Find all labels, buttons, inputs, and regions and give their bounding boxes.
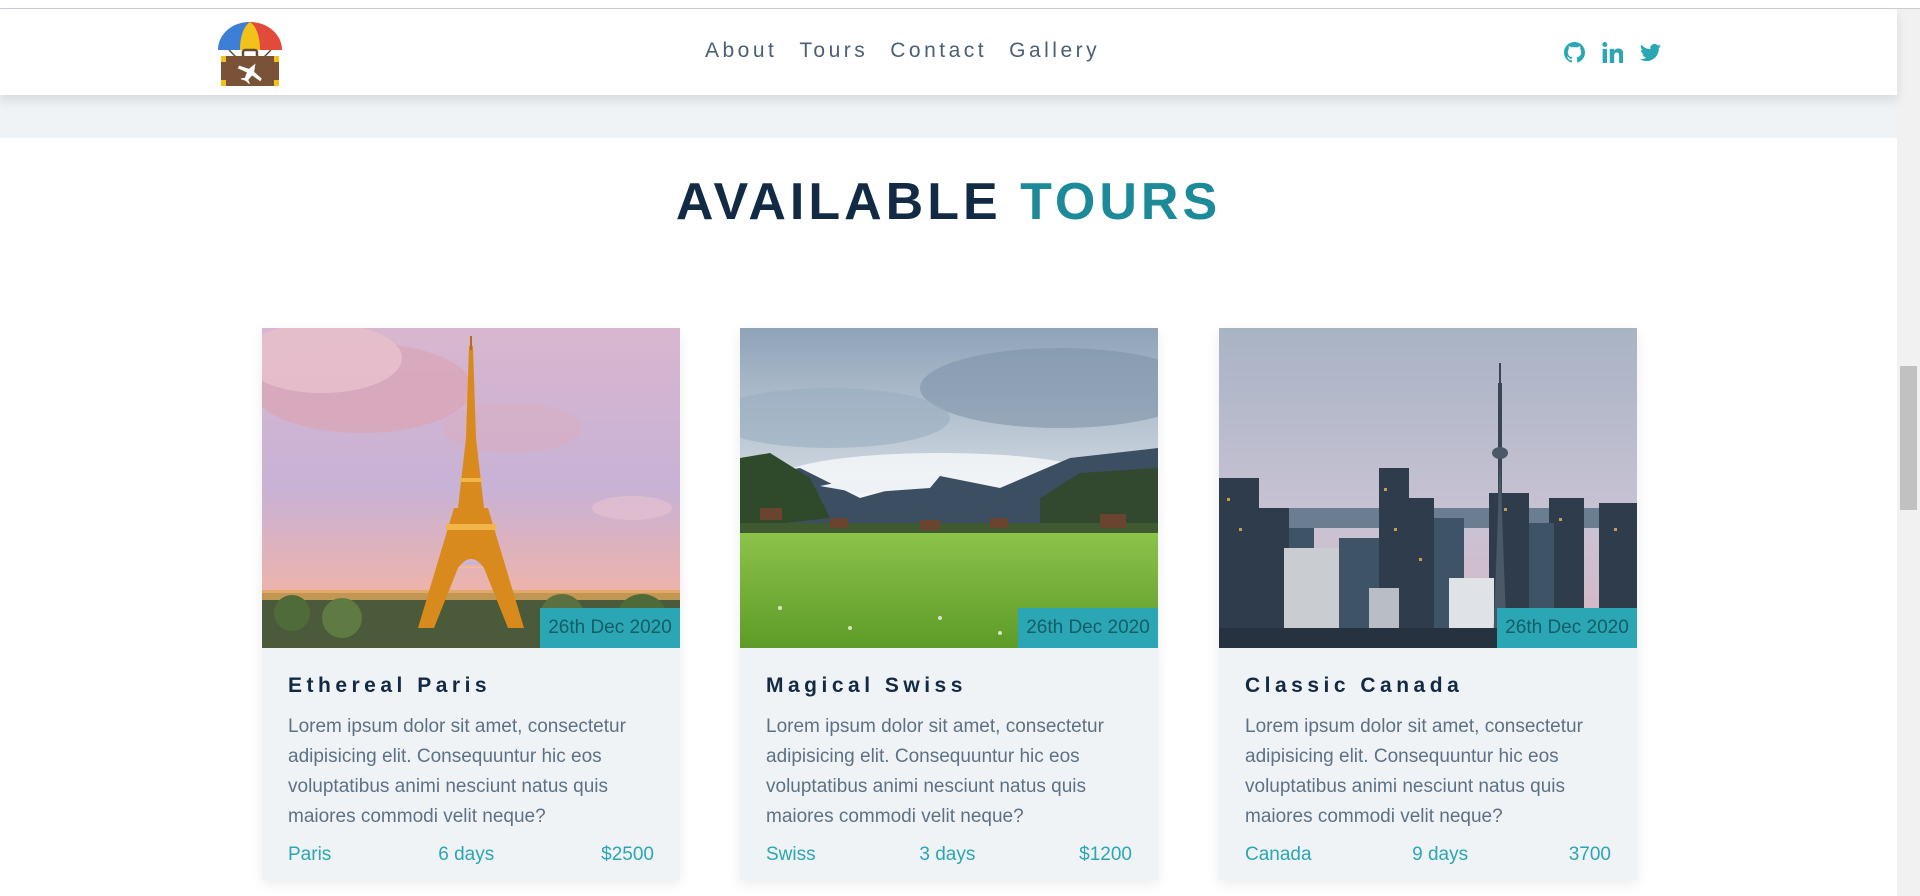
tour-date-badge: 26th Dec 2020	[1497, 608, 1637, 648]
nav-link-contact[interactable]: Contact	[890, 39, 987, 63]
tour-duration: 3 days	[919, 844, 976, 865]
tour-date-badge: 26th Dec 2020	[1018, 608, 1158, 648]
tour-price: $2500	[601, 844, 654, 865]
tour-card[interactable]: 26th Dec 2020 Ethereal Paris Lorem ipsum…	[262, 328, 680, 880]
tour-name: Magical Swiss	[766, 674, 967, 697]
tour-date-badge: 26th Dec 2020	[540, 608, 680, 648]
tour-description: Lorem ipsum dolor sit amet, consectetur …	[288, 716, 626, 827]
tour-duration: 6 days	[438, 844, 495, 865]
tour-photo-paris: 26th Dec 2020	[262, 328, 680, 648]
tour-location: Paris	[288, 844, 332, 865]
logo-suitcase-icon[interactable]	[215, 20, 285, 86]
browser-top-edge	[0, 0, 1920, 9]
tour-meta: Paris 6 days $2500	[288, 844, 654, 866]
scrollbar-thumb[interactable]	[1900, 366, 1917, 510]
navbar: About Tours Contact Gallery	[0, 9, 1897, 95]
tour-name: Ethereal Paris	[288, 674, 492, 697]
section-divider-band	[0, 95, 1897, 138]
tour-description: Lorem ipsum dolor sit amet, consectetur …	[1245, 716, 1583, 827]
nav-link-about[interactable]: About	[705, 39, 777, 63]
nav-link-tours[interactable]: Tours	[799, 39, 868, 63]
tour-photo-swiss: 26th Dec 2020	[740, 328, 1158, 648]
tour-duration: 9 days	[1412, 844, 1469, 865]
tour-price: 3700	[1568, 844, 1611, 865]
tour-meta: Swiss 3 days $1200	[766, 844, 1132, 866]
twitter-icon[interactable]	[1640, 42, 1661, 63]
main-nav: About Tours Contact Gallery	[705, 39, 1122, 63]
tour-card[interactable]: 26th Dec 2020 Magical Swiss Lorem ipsum …	[740, 328, 1158, 880]
github-icon[interactable]	[1564, 42, 1585, 63]
section-title: AVAILABLE TOURS	[0, 172, 1897, 232]
social-links	[1564, 42, 1661, 63]
tour-location: Swiss	[766, 844, 816, 865]
tour-price: $1200	[1079, 844, 1132, 865]
tour-card[interactable]: 26th Dec 2020 Classic Canada Lorem ipsum…	[1219, 328, 1637, 880]
tour-location: Canada	[1245, 844, 1312, 865]
nav-link-gallery[interactable]: Gallery	[1009, 39, 1100, 63]
section-title-accent: TOURS	[1020, 173, 1222, 231]
linkedin-icon[interactable]	[1602, 42, 1623, 63]
tour-photo-canada: 26th Dec 2020	[1219, 328, 1637, 648]
tour-name: Classic Canada	[1245, 674, 1464, 697]
tour-description: Lorem ipsum dolor sit amet, consectetur …	[766, 716, 1104, 827]
section-title-main: AVAILABLE	[675, 173, 1002, 231]
tour-meta: Canada 9 days 3700	[1245, 844, 1611, 866]
